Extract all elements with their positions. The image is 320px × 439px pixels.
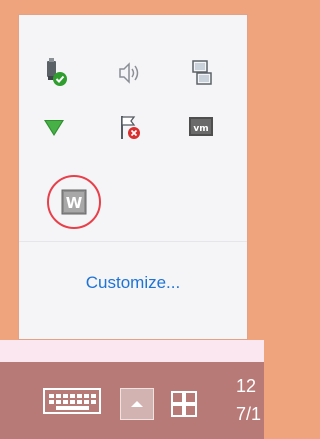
divider [19,241,247,242]
vmware-icon[interactable]: vm [181,107,221,147]
taskbar-clock[interactable]: 12 7/1 [236,372,261,428]
customize-link[interactable]: Customize... [19,273,247,293]
green-down-arrow-icon[interactable] [34,107,74,147]
flyout-bottom-strip [0,340,264,362]
clock-time: 12 [236,376,257,396]
speaker-volume-icon[interactable] [109,53,149,93]
svg-text:vm: vm [193,124,208,134]
action-center-flag-icon[interactable] [109,107,149,147]
notification-area-flyout: vm W Customize... [18,14,248,340]
desktop: { "tray_flyout": { "icons": [ {"name": "… [0,0,264,439]
w-app-icon[interactable]: W [54,182,94,222]
chevron-up-icon [131,401,143,407]
touch-keyboard-icon[interactable] [38,384,106,418]
show-hidden-icons-button[interactable] [120,388,154,420]
network-icon[interactable] [181,53,221,93]
svg-text:W: W [66,194,83,212]
windows-start-icon[interactable] [166,386,202,422]
clock-date: 7/1 [236,404,262,424]
safely-remove-hardware-icon[interactable] [34,53,74,93]
